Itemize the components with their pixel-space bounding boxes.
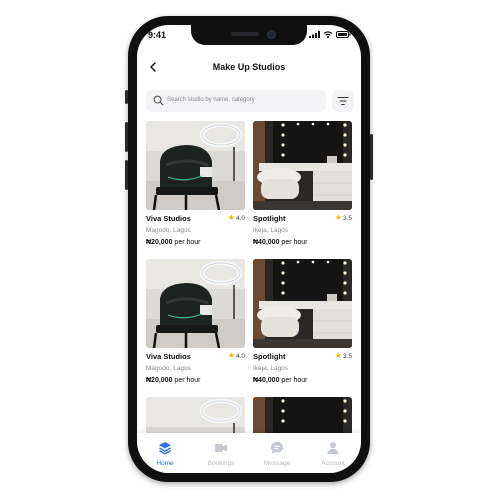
price-unit: per hour <box>174 377 201 384</box>
studio-location: Ikeja, Lagos <box>253 227 289 234</box>
star-icon: ★ <box>334 213 342 222</box>
bookings-icon <box>215 444 227 452</box>
studio-price: ₦20,000 per hour <box>146 377 201 384</box>
user-icon <box>327 442 339 454</box>
tab-label: Bookings <box>207 460 235 467</box>
phone-frame: 9:41 Make Up Studios Search studio by na… <box>125 16 373 482</box>
tab-label: Home <box>156 460 174 467</box>
page-title: Make Up Studios <box>212 62 286 72</box>
studio-rating: ★ 4.0 <box>228 214 245 222</box>
status-time: 9:41 <box>148 30 167 40</box>
price-value: ₦20,000 <box>146 377 173 384</box>
rating-value: 3.5 <box>342 352 352 360</box>
studio-price: ₦40,000 per hour <box>253 377 308 384</box>
studio-price: ₦40,000 per hour <box>253 239 308 246</box>
price-value: ₦40,000 <box>253 239 280 246</box>
tab-bookings[interactable]: Bookings <box>193 441 249 467</box>
notch <box>191 25 307 45</box>
camera <box>267 30 276 39</box>
studio-name: Viva Studios <box>146 214 191 223</box>
price-value: ₦40,000 <box>253 377 280 384</box>
volume-up-button <box>125 122 128 152</box>
bottom-tab-bar: Home Bookings Message Account <box>137 433 361 473</box>
price-unit: per hour <box>174 239 201 246</box>
app-screen: 9:41 Make Up Studios Search studio by na… <box>137 25 361 473</box>
tab-label: Message <box>263 460 291 467</box>
studio-name: Spotlight <box>253 214 286 223</box>
studio-image <box>146 121 245 210</box>
filter-icon <box>337 96 349 106</box>
studio-name: Viva Studios <box>146 352 191 361</box>
volume-down-button <box>125 160 128 190</box>
price-unit: per hour <box>281 377 308 384</box>
filter-button[interactable] <box>332 90 354 112</box>
rating-value: 4.0 <box>235 352 245 360</box>
battery-icon <box>336 31 351 38</box>
layers-icon <box>159 442 171 455</box>
tab-label: Account <box>321 460 345 467</box>
studio-image <box>253 121 352 210</box>
studio-location: Magodo, Lagos <box>146 227 191 234</box>
star-icon: ★ <box>227 213 235 222</box>
price-value: ₦20,000 <box>146 239 173 246</box>
search-icon <box>153 95 164 106</box>
studio-name: Spotlight <box>253 352 286 361</box>
wifi-icon <box>323 31 333 38</box>
studio-rating: ★ 4.0 <box>228 352 245 360</box>
studio-rating: ★ 3.5 <box>335 214 352 222</box>
tab-message[interactable]: Message <box>249 441 305 467</box>
status-icons <box>309 31 351 38</box>
tab-home[interactable]: Home <box>137 441 193 467</box>
studio-location: Ikeja, Lagos <box>253 365 289 372</box>
rating-value: 4.0 <box>235 214 245 222</box>
search-input[interactable]: Search studio by name, category <box>146 90 326 112</box>
studio-image <box>253 259 352 348</box>
star-icon: ★ <box>334 351 342 360</box>
studio-price: ₦20,000 per hour <box>146 239 201 246</box>
power-button <box>370 134 373 180</box>
studio-rating: ★ 3.5 <box>335 352 352 360</box>
tab-account[interactable]: Account <box>305 441 361 467</box>
star-icon: ★ <box>227 351 235 360</box>
studio-image <box>146 259 245 348</box>
search-placeholder: Search studio by name, category <box>167 97 255 103</box>
rating-value: 3.5 <box>342 214 352 222</box>
studio-location: Magodo, Lagos <box>146 365 191 372</box>
header: Make Up Studios <box>137 55 361 81</box>
speaker <box>231 32 259 36</box>
mute-switch <box>125 90 128 104</box>
signal-icon <box>309 31 320 38</box>
price-unit: per hour <box>281 239 308 246</box>
message-icon <box>271 442 283 454</box>
